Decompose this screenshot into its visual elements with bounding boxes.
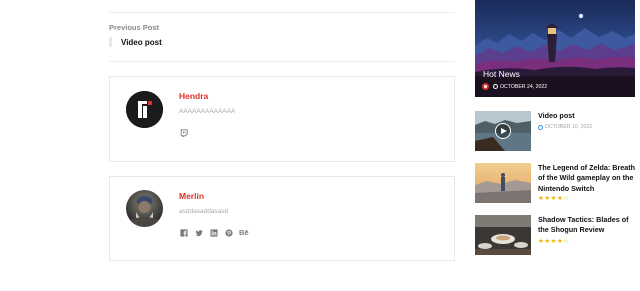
author-description: asddasaddasasd: [179, 208, 229, 215]
twitter-icon[interactable]: [194, 228, 203, 237]
author-box: Merlin asddasaddasasd Bē: [109, 176, 455, 261]
post-thumbnail[interactable]: [475, 163, 531, 203]
clock-icon: [493, 84, 498, 89]
divider-middle: [109, 61, 455, 62]
sidebar-post-title[interactable]: The Legend of Zelda: Breath of the Wild …: [538, 163, 638, 194]
sidebar-post-title[interactable]: Shadow Tactics: Blades of the Shogun Rev…: [538, 215, 638, 236]
thumbnail-shogun-image: [475, 215, 531, 255]
author-description: AAAAAAAAAAAAA: [179, 108, 236, 115]
previous-post-marker: [109, 37, 112, 47]
avatar-logo-icon: [126, 91, 163, 128]
avatar-photo-icon: [130, 196, 159, 227]
author-box: Hendra AAAAAAAAAAAAA: [109, 76, 455, 162]
rating-stars-icon: ★★★★☆: [538, 195, 570, 202]
post-thumbnail[interactable]: [475, 111, 531, 151]
post-thumbnail[interactable]: [475, 215, 531, 255]
hero-title[interactable]: Hot News: [483, 69, 520, 79]
twitch-icon[interactable]: [179, 128, 188, 137]
thumbnail-zelda-image: [475, 163, 531, 203]
divider-top: [109, 12, 455, 13]
hot-news-hero[interactable]: Hot News OCTOBER 24, 2022: [475, 0, 635, 97]
previous-post-label: Previous Post: [109, 23, 160, 32]
author-name[interactable]: Hendra: [179, 91, 208, 101]
sidebar-post-title[interactable]: Video post: [538, 111, 638, 121]
facebook-icon[interactable]: [179, 228, 188, 237]
sidebar-post-date-text: OCTOBER 10, 2022: [545, 124, 593, 130]
hero-date-text: OCTOBER 24, 2022: [500, 83, 548, 90]
author-socials: Bē: [179, 228, 249, 237]
behance-icon[interactable]: Bē: [239, 228, 249, 237]
clock-icon: [538, 124, 543, 130]
fire-badge-icon: [482, 83, 489, 90]
linkedin-icon[interactable]: [209, 228, 218, 237]
hero-date: OCTOBER 24, 2022: [493, 84, 547, 90]
hero-meta: OCTOBER 24, 2022: [482, 83, 547, 90]
rating-stars-icon: ★★★★☆: [538, 238, 570, 245]
previous-post-link[interactable]: Video post: [121, 38, 162, 47]
play-icon[interactable]: [495, 123, 511, 139]
avatar[interactable]: [126, 190, 163, 227]
avatar[interactable]: [126, 91, 163, 128]
author-socials: [179, 128, 188, 137]
sidebar-post-date: OCTOBER 10, 2022: [538, 124, 592, 130]
author-name[interactable]: Merlin: [179, 191, 204, 201]
pinterest-icon[interactable]: [224, 228, 233, 237]
